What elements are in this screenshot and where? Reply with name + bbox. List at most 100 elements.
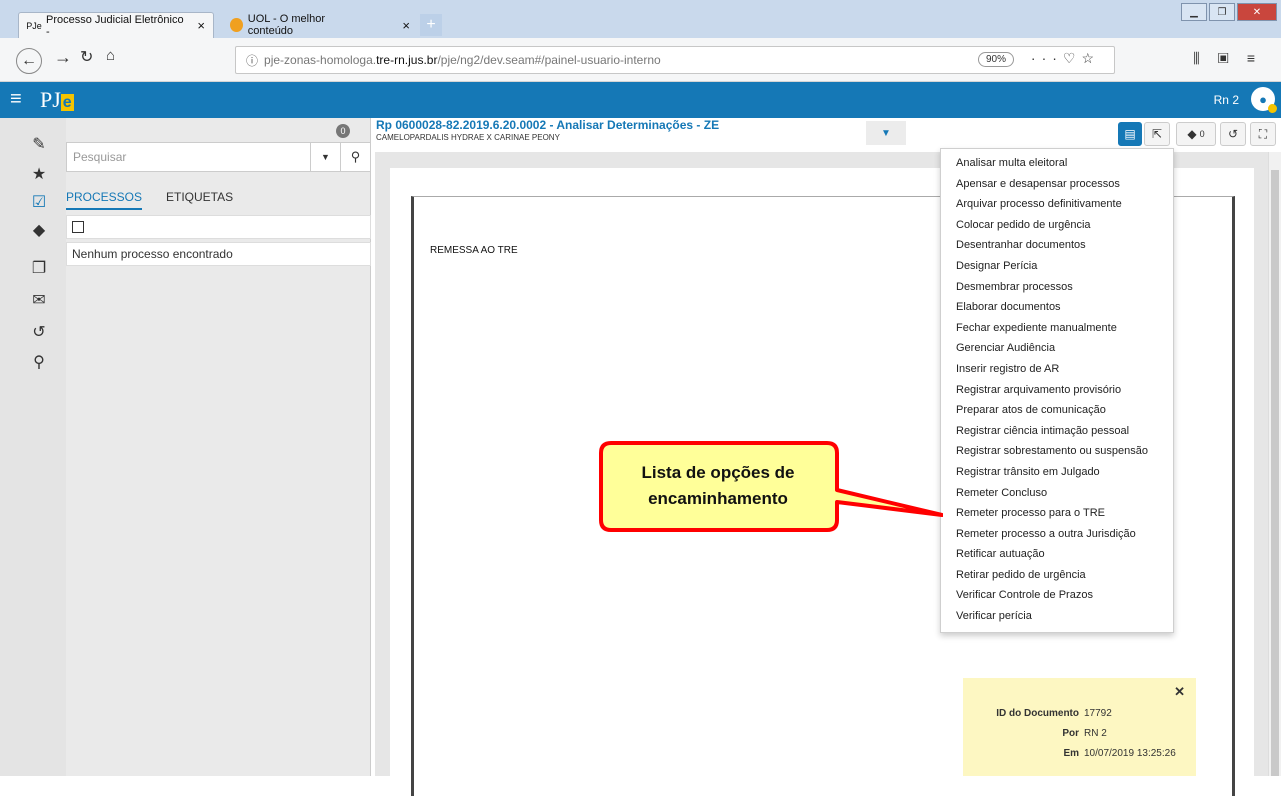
menu-item[interactable]: Remeter processo a outra Jurisdição: [941, 524, 1173, 545]
reload-icon[interactable]: ↻: [80, 47, 93, 67]
scrollbar[interactable]: [1268, 152, 1281, 776]
history-button[interactable]: ↺: [1220, 122, 1246, 146]
url-bar[interactable]: ⓘ pje-zonas-homologa. tre-rn.jus.br/pje/n…: [235, 46, 1115, 74]
menu-item[interactable]: Retificar autuação: [941, 544, 1173, 565]
menu-item[interactable]: Gerenciar Audiência: [941, 338, 1173, 359]
browser-tab-bar: PJe Processo Judicial Eletrônico - × UOL…: [0, 0, 1281, 38]
fullscreen-icon: ⛶: [1258, 126, 1268, 141]
new-tab-button[interactable]: +: [420, 14, 442, 36]
panel-tabs: PROCESSOS ETIQUETAS: [66, 190, 371, 212]
url-path: /pje/ng2/dev.seam#/painel-usuario-intern…: [437, 53, 661, 67]
hamburger-menu-icon[interactable]: ≡: [10, 88, 22, 111]
pje-favicon-icon: PJe: [26, 20, 42, 31]
icon-sidebar: ✎ ★ ☑ ◆ ❐ ✉ ↺ ⚲: [0, 118, 66, 776]
tags-icon[interactable]: ◆: [29, 220, 49, 240]
copy-icon[interactable]: ❐: [29, 258, 49, 278]
menu-item[interactable]: Preparar atos de comunicação: [941, 400, 1173, 421]
site-info-icon[interactable]: ⓘ: [246, 52, 258, 69]
menu-item[interactable]: Retirar pedido de urgência: [941, 565, 1173, 586]
menu-item[interactable]: Registrar sobrestamento ou suspensão: [941, 441, 1173, 462]
envelope-icon[interactable]: ✉: [29, 290, 49, 310]
user-label[interactable]: Rn 2: [1214, 93, 1239, 107]
transitions-button[interactable]: ▤: [1118, 122, 1142, 146]
menu-item[interactable]: Analisar multa eleitoral: [941, 153, 1173, 174]
count-badge: 0: [336, 124, 350, 138]
tag-icon: ◆: [1187, 127, 1197, 141]
doc-at-value: 10/07/2019 13:25:26: [1084, 748, 1176, 759]
select-all-checkbox[interactable]: [72, 221, 84, 233]
app-header: ≡ PJ e Rn 2 ●: [0, 82, 1281, 118]
home-icon[interactable]: ⌂: [106, 47, 115, 64]
close-tab-icon[interactable]: ×: [197, 18, 205, 33]
menu-item[interactable]: Registrar trânsito em Julgado: [941, 462, 1173, 483]
doc-by-label: Por: [1062, 728, 1079, 739]
logo-text: PJ: [40, 87, 61, 112]
callout-line-2: encaminhamento: [648, 489, 788, 508]
search-field[interactable]: Pesquisar ▼ ⚲: [66, 142, 371, 172]
scrollbar-thumb[interactable]: [1271, 170, 1279, 776]
page-actions-icon[interactable]: ···♡☆: [1031, 50, 1100, 67]
minimize-icon[interactable]: ▁: [1181, 3, 1207, 21]
browser-nav-bar: ← → ↻ ⌂ ⓘ pje-zonas-homologa. tre-rn.jus.…: [0, 38, 1281, 82]
list-icon: ▤: [1124, 127, 1136, 141]
tab-etiquetas[interactable]: ETIQUETAS: [166, 190, 233, 204]
menu-item[interactable]: Remeter Concluso: [941, 483, 1173, 504]
star-icon[interactable]: ★: [29, 164, 49, 184]
empty-message: Nenhum processo encontrado: [66, 242, 371, 266]
menu-item[interactable]: Registrar ciência intimação pessoal: [941, 421, 1173, 442]
tags-button[interactable]: ◆ 0: [1176, 122, 1216, 146]
tab-pje[interactable]: PJe Processo Judicial Eletrônico - ×: [18, 12, 214, 38]
select-all-row: [66, 215, 371, 239]
menu-item[interactable]: Elaborar documentos: [941, 297, 1173, 318]
doc-id-value: 17792: [1084, 708, 1112, 719]
menu-item[interactable]: Inserir registro de AR: [941, 359, 1173, 380]
menu-item[interactable]: Remeter processo para o TRE: [941, 503, 1173, 524]
back-icon[interactable]: ←: [16, 48, 42, 74]
history-icon: ↺: [1227, 127, 1239, 141]
callout-line-1: Lista de opções de: [641, 463, 795, 482]
close-window-icon[interactable]: ✕: [1237, 3, 1277, 21]
callout-text: Lista de opções de encaminhamento: [597, 460, 839, 512]
menu-item[interactable]: Fechar expediente manualmente: [941, 318, 1173, 339]
callout-annotation: Lista de opções de encaminhamento: [597, 440, 943, 534]
logo-highlight: e: [60, 94, 74, 111]
history-icon[interactable]: ↺: [29, 322, 49, 342]
close-icon[interactable]: ✕: [1174, 684, 1185, 700]
close-tab-icon[interactable]: ×: [402, 18, 410, 33]
pencil-icon[interactable]: ✎: [29, 134, 49, 154]
menu-item[interactable]: Desmembrar processos: [941, 277, 1173, 298]
zoom-level[interactable]: 90%: [977, 52, 1014, 67]
menu-item[interactable]: Arquivar processo definitivamente: [941, 194, 1173, 215]
search-button-icon[interactable]: ⚲: [340, 143, 370, 171]
process-parties: CAMELOPARDALIS HYDRAE X CARINAE PEONY: [376, 133, 560, 142]
fullscreen-button[interactable]: ⛶: [1250, 122, 1276, 146]
maximize-icon[interactable]: ❐: [1209, 3, 1235, 21]
doc-id-label: ID do Documento: [996, 708, 1079, 719]
menu-item[interactable]: Designar Perícia: [941, 256, 1173, 277]
window-controls: ▁ ❐ ✕: [1181, 3, 1277, 21]
menu-item[interactable]: Desentranhar documentos: [941, 235, 1173, 256]
tags-count: 0: [1199, 129, 1205, 139]
chevron-down-icon[interactable]: ▼: [310, 143, 340, 171]
search-icon[interactable]: ⚲: [29, 352, 49, 372]
checkbox-icon[interactable]: ☑: [29, 192, 49, 212]
process-title: Rp 0600028-82.2019.6.20.0002 - Analisar …: [376, 118, 720, 132]
tab-processos[interactable]: PROCESSOS: [66, 190, 143, 210]
menu-item[interactable]: Verificar perícia: [941, 606, 1173, 627]
document-text: REMESSA AO TRE: [430, 245, 518, 256]
forward-icon[interactable]: →: [54, 47, 72, 68]
menu-item[interactable]: Apensar e desapensar processos: [941, 174, 1173, 195]
process-panel: 0 Pesquisar ▼ ⚲ PROCESSOS ETIQUETAS Nenh…: [66, 118, 371, 776]
share-icon: ⇱: [1151, 127, 1163, 141]
share-button[interactable]: ⇱: [1144, 122, 1170, 146]
library-icon[interactable]: ⫼▣≡: [1193, 50, 1273, 67]
expand-details-icon[interactable]: ▼: [866, 121, 906, 145]
tab-title: UOL - O melhor conteúdo: [247, 13, 326, 37]
avatar[interactable]: ●: [1251, 87, 1277, 113]
menu-item[interactable]: Registrar arquivamento provisório: [941, 380, 1173, 401]
search-input[interactable]: Pesquisar: [73, 150, 126, 164]
menu-item[interactable]: Colocar pedido de urgência: [941, 215, 1173, 236]
tab-uol[interactable]: UOL - O melhor conteúdo ×: [222, 12, 418, 38]
url-prefix: pje-zonas-homologa.: [264, 53, 377, 67]
menu-item[interactable]: Verificar Controle de Prazos: [941, 585, 1173, 606]
